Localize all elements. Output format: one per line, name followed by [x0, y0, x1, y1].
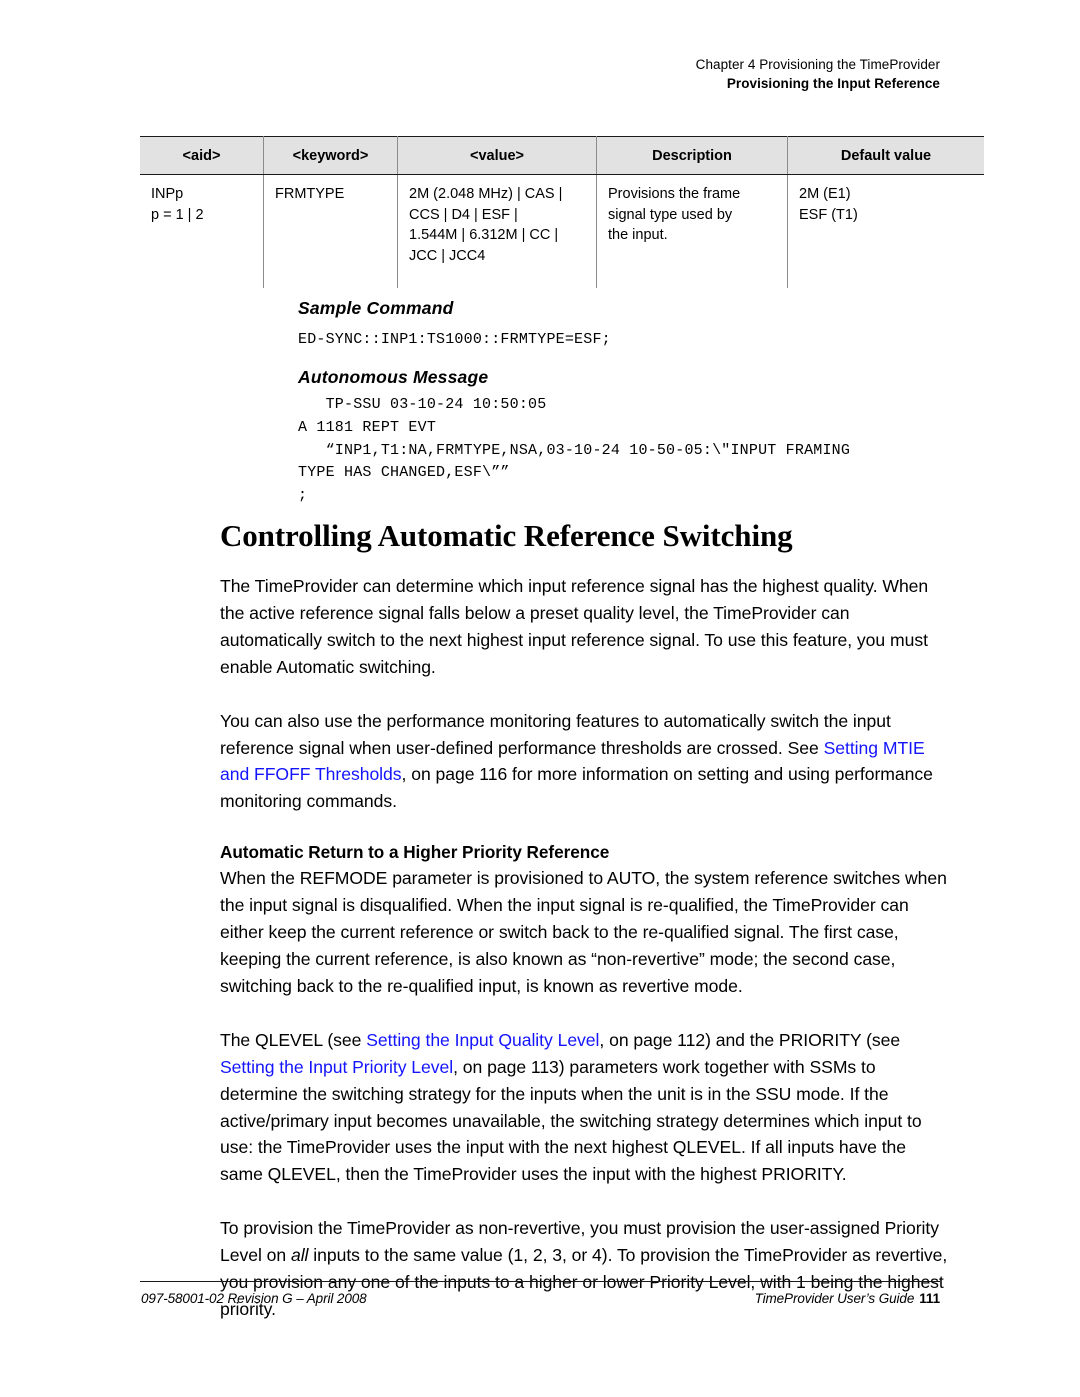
- footer-guide-title: TimeProvider User’s Guide 111: [754, 1291, 941, 1306]
- paragraph-intro: The TimeProvider can determine which inp…: [220, 576, 929, 677]
- table-header-description: Description: [596, 136, 788, 175]
- footer-divider: [140, 1281, 940, 1282]
- table-header-default-value: Default value: [787, 136, 984, 175]
- link-setting-input-priority-level[interactable]: Setting the Input Priority Level: [220, 1057, 453, 1077]
- table-row: INPp p = 1 | 2 FRMTYPE 2M (2.048 MHz) | …: [140, 174, 984, 289]
- page-title: Controlling Automatic Reference Switchin…: [220, 518, 793, 553]
- running-header-section: Provisioning the Input Reference: [726, 76, 940, 92]
- emphasis-all: all: [290, 1245, 309, 1266]
- autonomous-message-heading: Autonomous Message: [298, 367, 489, 387]
- paragraph-non-revertive-provisioning: To provision the TimeProvider as non-rev…: [220, 1215, 950, 1323]
- table-header-row: <aid> <keyword> <value> Description Defa…: [140, 136, 984, 175]
- table-cell-default-value: 2M (E1) ESF (T1): [799, 186, 858, 223]
- running-header-chapter: Chapter 4 Provisioning the TimeProvider: [695, 57, 940, 72]
- revertive-text-seg2: inputs to the same value (1, 2, 3, or 4)…: [220, 1245, 948, 1319]
- table-header-keyword: <keyword>: [263, 136, 398, 175]
- table-cell-description: Provisions the frame signal type used by…: [596, 174, 788, 289]
- document-page: Chapter 4 Provisioning the TimeProvider …: [0, 0, 1080, 1397]
- paragraph-text-before-link: You can also use the performance monitor…: [220, 710, 891, 758]
- autonomous-message-code: TP-SSU 03-10-24 10:50:05 A 1181 REPT EVT…: [298, 396, 851, 505]
- qlevel-text-seg1: The QLEVEL (see: [220, 1029, 367, 1050]
- subheading-automatic-return: Automatic Return to a Higher Priority Re…: [220, 842, 610, 863]
- footer-guide-name: TimeProvider User’s Guide: [754, 1291, 915, 1306]
- running-header: Chapter 4 Provisioning the TimeProvider …: [696, 55, 940, 93]
- table-header-aid: <aid>: [140, 136, 264, 175]
- paragraph-refmode: When the REFMODE parameter is provisione…: [220, 868, 947, 996]
- qlevel-text-seg2: , on page 112) and the PRIORITY (see: [599, 1029, 901, 1050]
- table-cell-aid: INPp p = 1 | 2: [140, 174, 264, 289]
- page-number: 111: [919, 1291, 940, 1306]
- paragraph-performance-monitoring: You can also use the performance monitor…: [220, 708, 950, 816]
- sample-command-code: ED-SYNC::INP1:TS1000::FRMTYPE=ESF;: [298, 331, 611, 348]
- link-setting-input-quality-level[interactable]: Setting the Input Quality Level: [366, 1030, 599, 1050]
- footer-document-id: 097-58001-02 Revision G – April 2008: [141, 1291, 367, 1306]
- sample-command-heading: Sample Command: [298, 298, 454, 318]
- body-content: The TimeProvider can determine which inp…: [220, 573, 950, 1350]
- parameter-table: <aid> <keyword> <value> Description Defa…: [140, 136, 984, 289]
- paragraph-qlevel-priority: The QLEVEL (see Setting the Input Qualit…: [220, 1027, 950, 1188]
- table-cell-keyword: FRMTYPE: [263, 174, 398, 289]
- table-header-value: <value>: [397, 136, 597, 175]
- table-cell-value: 2M (2.048 MHz) | CAS | CCS | D4 | ESF | …: [397, 174, 597, 289]
